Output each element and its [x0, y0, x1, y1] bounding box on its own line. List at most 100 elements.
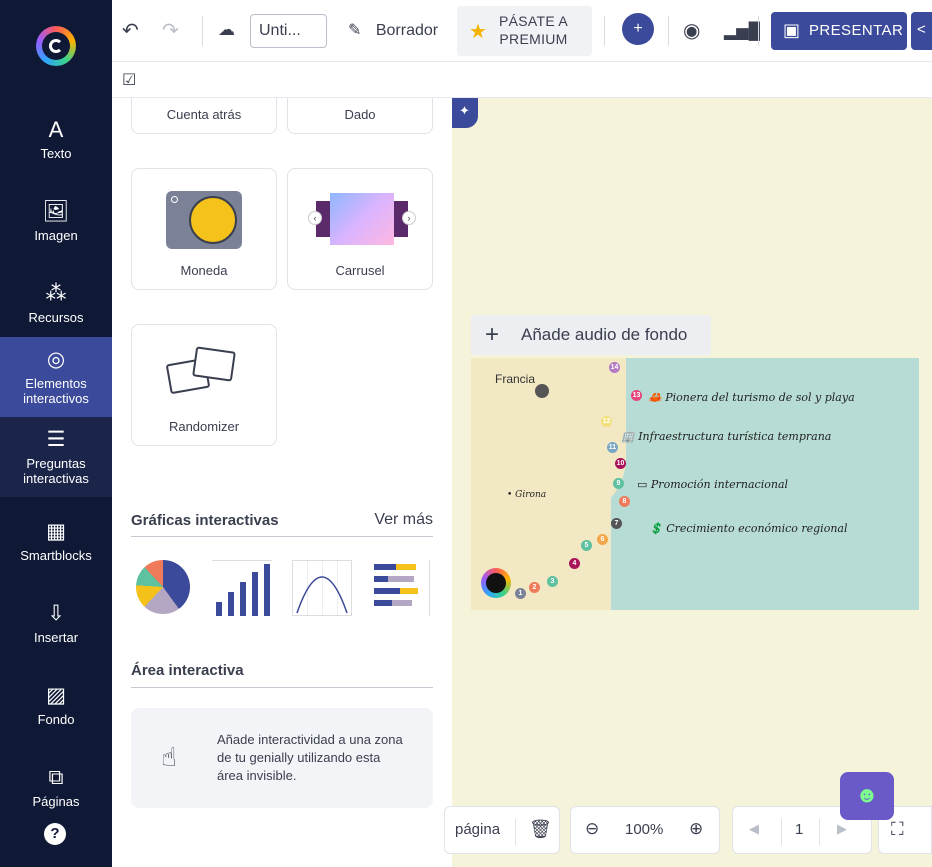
map-marker-3: 3	[547, 576, 558, 587]
sidebar-item-smartblocks[interactable]: ▦ Smartblocks	[0, 506, 112, 576]
divider	[819, 819, 820, 845]
carousel-icon: ‹ ›	[308, 193, 416, 245]
resources-icon: ⁂	[45, 281, 67, 305]
map-land	[566, 358, 626, 518]
sidebar-item-insert[interactable]: ⇩ Insertar	[0, 588, 112, 658]
page-number: 1	[795, 821, 804, 838]
add-collaborator-icon[interactable]: +	[622, 13, 654, 45]
map-marker-14: 14	[609, 362, 620, 373]
interactive-area-title: Área interactiva	[131, 662, 244, 679]
sidebar-item-label: Recursos	[28, 309, 84, 325]
sidebar-item-label: Páginas	[32, 793, 80, 809]
add-background-audio-button[interactable]: + Añade audio de fondo	[471, 315, 711, 355]
checklist-icon[interactable]: ☑	[122, 70, 136, 90]
sidebar-item-label: Smartblocks	[20, 547, 92, 563]
legend-text: Pionera del turismo de sol y playa	[665, 391, 855, 404]
divider	[758, 16, 759, 46]
zoom-out-icon[interactable]: ⊖	[585, 819, 599, 839]
sidebar-item-resources[interactable]: ⁂ Recursos	[0, 268, 112, 338]
secondary-toolbar: ☑	[112, 62, 932, 98]
charts-section-title: Gráficas interactivas	[131, 512, 279, 529]
redo-icon[interactable]: ↷	[162, 18, 179, 43]
sidebar-item-label: Preguntas interactivas	[23, 456, 89, 486]
share-icon: <	[917, 21, 926, 38]
sidebar-item-background[interactable]: ▨ Fondo	[0, 670, 112, 740]
card-label: Moneda	[180, 263, 228, 278]
audio-label: Añade audio de fondo	[521, 325, 688, 344]
map-image[interactable]: Francia • Girona 14 13 12 11 10 9 8 7 6 …	[471, 358, 919, 610]
smartblocks-icon: ▦	[46, 519, 66, 543]
pin-icon[interactable]: ✦	[452, 98, 478, 128]
presentation-icon: ▣	[783, 20, 801, 40]
bar-chart-thumbnail[interactable]	[212, 560, 272, 616]
undo-icon[interactable]: ↶	[122, 18, 139, 43]
divider	[781, 819, 782, 845]
present-button[interactable]: ▣ PRESENTAR	[771, 12, 907, 50]
pie-chart-thumbnail[interactable]	[136, 560, 190, 614]
star-icon: ★	[469, 21, 487, 43]
upgrade-premium-button[interactable]: ★ PÁSATE A PREMIUM	[457, 6, 592, 56]
countdown-card[interactable]: Cuenta atrás	[131, 98, 277, 134]
map-country-label: Francia	[495, 372, 536, 386]
map-marker-9: 9	[613, 478, 624, 489]
zoom-controls: ⊖ 100% ⊕	[570, 806, 720, 854]
map-marker-7: 7	[611, 518, 622, 529]
map-marker-1: 1	[515, 588, 526, 599]
fit-screen-icon[interactable]: ⛶	[891, 819, 904, 840]
legend-text: Promoción internacional	[650, 478, 789, 491]
card-label: Cuenta atrás	[166, 107, 242, 122]
pages-icon: ⧉	[48, 765, 64, 789]
divider	[131, 687, 433, 688]
map-marker	[535, 384, 549, 398]
help-button[interactable]: ?	[44, 823, 66, 845]
background-icon: ▨	[46, 683, 66, 707]
title-input[interactable]	[250, 14, 327, 48]
previous-page-icon[interactable]: ◀	[749, 821, 759, 837]
cloud-saved-icon: ☁	[218, 20, 235, 39]
billboard-icon: ▭	[637, 478, 648, 491]
genially-logo[interactable]	[36, 26, 76, 66]
map-legend-item: 🏢 Infraestructura turística temprana	[621, 430, 831, 443]
sidebar-item-text[interactable]: A Texto	[0, 104, 112, 174]
interactive-elements-panel: Cuenta atrás Dado Moneda ‹ › Carrusel Ra…	[112, 98, 452, 867]
divider	[202, 16, 203, 46]
stats-icon[interactable]: ▂▅█	[724, 21, 760, 41]
draft-label: Borrador	[375, 22, 439, 39]
interactive-area-card[interactable]: ☝ Añade interactividad a una zona de tu …	[131, 708, 433, 808]
sidebar-item-questions[interactable]: ☰ Preguntas interactivas	[0, 417, 112, 497]
trash-icon[interactable]: 🗑	[529, 819, 552, 840]
support-chat-button[interactable]: ☻	[840, 772, 894, 820]
randomizer-card[interactable]: Randomizer	[131, 324, 277, 446]
map-marker-8: 8	[619, 496, 630, 507]
coin-card[interactable]: Moneda	[131, 168, 277, 290]
next-page-icon[interactable]: ▶	[837, 821, 847, 837]
share-button[interactable]: <	[911, 12, 932, 50]
carousel-card[interactable]: ‹ › Carrusel	[287, 168, 433, 290]
add-page-label[interactable]: página	[455, 821, 500, 838]
map-marker-13: 13	[631, 390, 642, 401]
draft-status[interactable]: ✎ Borrador	[348, 20, 438, 40]
map-city-label: • Girona	[507, 490, 547, 500]
dice-card[interactable]: Dado	[287, 98, 433, 134]
premium-label: PÁSATE A PREMIUM	[499, 12, 568, 48]
curve-chart-thumbnail[interactable]	[292, 560, 352, 616]
sidebar-item-label: Elementos interactivos	[23, 376, 89, 406]
sidebar-item-pages[interactable]: ⧉ Páginas	[0, 752, 112, 822]
legend-text: Crecimiento económico regional	[666, 522, 848, 535]
interactive-elements-icon: ◎	[46, 348, 66, 371]
text-icon: A	[48, 116, 64, 142]
preview-eye-icon[interactable]: ◉	[683, 18, 700, 43]
map-marker-4: 4	[569, 558, 580, 569]
top-toolbar: ↶ ↷ ☁ ✎ Borrador ★ PÁSATE A PREMIUM + ◉ …	[112, 0, 932, 62]
crab-icon: 🦀	[648, 391, 662, 404]
sidebar-item-interactive-elements[interactable]: ◎ Elementos interactivos	[0, 337, 112, 417]
divider	[131, 536, 433, 537]
sidebar-item-label: Texto	[40, 145, 72, 161]
map-legend-item: 💲 Crecimiento económico regional	[649, 522, 848, 535]
zoom-in-icon[interactable]: ⊕	[689, 819, 703, 839]
sidebar-item-image[interactable]: 🖼 Imagen	[0, 186, 112, 256]
card-label: Dado	[344, 107, 376, 122]
stacked-bar-chart-thumbnail[interactable]	[374, 560, 430, 616]
money-bag-icon: 💲	[649, 522, 663, 535]
see-more-link[interactable]: Ver más	[374, 511, 433, 529]
